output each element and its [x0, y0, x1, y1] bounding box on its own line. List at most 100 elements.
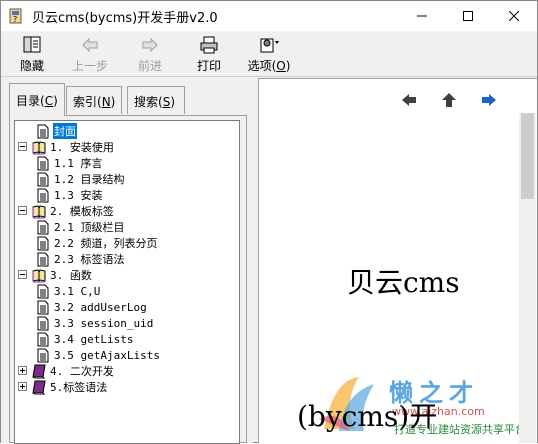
- tree-item-label: 3. 函数: [50, 269, 92, 282]
- title-bar[interactable]: ? 贝云cms(bycms)开发手册v2.0: [1, 1, 537, 31]
- maximize-icon: [463, 11, 473, 21]
- contents-panel: 封面 1. 安装使用 1.1 序言 1.2 目录结构 1.3 安装 2. 模板标签 2.1 …: [9, 115, 247, 444]
- tree-item[interactable]: 3.3 session_uid: [36, 315, 154, 331]
- tree-item[interactable]: 3. 函数: [18, 267, 93, 283]
- tree-item[interactable]: 1.2 目录结构: [36, 171, 126, 187]
- minimize-icon: [417, 15, 427, 17]
- tree-item-label: 1.1 序言: [54, 157, 103, 170]
- options-button[interactable]: 选项(O): [239, 33, 299, 75]
- expand-icon[interactable]: [18, 366, 27, 375]
- page-icon: [37, 348, 49, 362]
- options-label: 选项(O): [239, 57, 299, 74]
- tab-search[interactable]: 搜索(S): [127, 86, 185, 114]
- page-icon: [37, 284, 49, 298]
- page-icon: [37, 124, 49, 138]
- tree-item-label: 3.2 addUserLog: [54, 300, 147, 314]
- contents-tree[interactable]: 封面 1. 安装使用 1.1 序言 1.2 目录结构 1.3 安装 2. 模板标签 2.1 …: [14, 120, 240, 444]
- maximize-button[interactable]: [445, 1, 491, 31]
- tree-item[interactable]: 1.3 安装: [36, 187, 104, 203]
- tree-item-label: 1.2 目录结构: [54, 173, 125, 186]
- tab-index-label: 索引(: [73, 95, 102, 109]
- collapse-icon[interactable]: [18, 206, 27, 215]
- closed-book-icon: [32, 380, 46, 394]
- tree-item[interactable]: 4. 二次开发: [18, 363, 115, 379]
- hide-pane-icon: [23, 36, 41, 53]
- tree-item-label: 2. 模板标签: [50, 205, 114, 218]
- content-heading: 贝云cms: [347, 266, 460, 299]
- tree-item-label: 3.1 C,U: [54, 284, 101, 298]
- tab-search-suffix: ): [170, 95, 175, 109]
- page-icon: [37, 300, 49, 314]
- tab-index-suffix: ): [110, 95, 116, 109]
- help-window: ? 贝云cms(bycms)开发手册v2.0 隐藏 上一步 前进 打印 选项(O…: [0, 0, 538, 444]
- scroll-thumb[interactable]: [521, 113, 534, 199]
- collapse-icon[interactable]: [18, 142, 27, 151]
- tab-search-label: 搜索(: [134, 95, 163, 109]
- tree-item[interactable]: 1. 安装使用: [18, 139, 115, 155]
- tree-item-label: 3.5 getAjaxLists: [54, 348, 160, 362]
- tree-item[interactable]: 3.5 getAjaxLists: [36, 347, 161, 363]
- tree-item-label: 3.4 getLists: [54, 332, 134, 346]
- back-arrow-icon: [82, 37, 98, 53]
- back-label: 上一步: [71, 59, 108, 73]
- tree-item[interactable]: 2.1 顶级栏目: [36, 219, 126, 235]
- tree-item-label: 封面: [53, 123, 77, 139]
- tab-contents-label: 目录(: [16, 94, 45, 108]
- tab-contents[interactable]: 目录(C): [9, 83, 65, 116]
- page-icon: [37, 156, 49, 170]
- options-label-suffix: ): [285, 59, 291, 73]
- open-book-icon: [32, 268, 46, 282]
- page-icon: [37, 220, 49, 234]
- back-button[interactable]: 上一步: [62, 33, 118, 75]
- tree-item[interactable]: 封面: [36, 123, 77, 139]
- tree-item-label: 2.3 标签语法: [54, 253, 125, 266]
- tree-item[interactable]: 3.2 addUserLog: [36, 299, 148, 315]
- tree-item-label: 3.3 session_uid: [54, 316, 154, 330]
- vertical-scrollbar[interactable]: [519, 113, 536, 443]
- window-title: 贝云cms(bycms)开发手册v2.0: [32, 11, 218, 26]
- forward-label: 前进: [137, 59, 162, 73]
- navigation-pane: 目录(C) 索引(N) 搜索(S) 封面 1. 安装使用 1.1 序言 1.2 目录结…: [1, 78, 253, 444]
- open-book-icon: [32, 140, 46, 154]
- printer-icon: [200, 36, 218, 54]
- toolbar: 隐藏 上一步 前进 打印 选项(O): [1, 31, 537, 77]
- page-icon: [37, 236, 49, 250]
- page-icon: [37, 332, 49, 346]
- tree-item[interactable]: 2.2 频道，列表分页: [36, 235, 159, 251]
- close-icon: [509, 11, 519, 21]
- page-icon: [37, 316, 49, 330]
- forward-button[interactable]: 前进: [122, 33, 178, 75]
- page-icon: [37, 188, 49, 202]
- hide-button[interactable]: 隐藏: [4, 33, 60, 75]
- tree-item[interactable]: 3.1 C,U: [36, 283, 101, 299]
- tree-item[interactable]: 2.3 标签语法: [36, 251, 126, 267]
- tree-item[interactable]: 2. 模板标签: [18, 203, 115, 219]
- parent-topic-icon[interactable]: [441, 93, 457, 107]
- print-button[interactable]: 打印: [181, 33, 237, 75]
- next-topic-icon[interactable]: [481, 93, 497, 107]
- help-book-icon: ?: [9, 8, 22, 24]
- svg-text:?: ?: [13, 15, 17, 24]
- tree-item[interactable]: 3.4 getLists: [36, 331, 134, 347]
- tree-item[interactable]: 5.标签语法: [18, 379, 108, 395]
- options-accel: O: [276, 59, 286, 73]
- close-button[interactable]: [491, 1, 537, 31]
- expand-icon[interactable]: [18, 382, 27, 391]
- tree-item-label: 2.2 频道，列表分页: [54, 237, 158, 250]
- tree-item-label: 4. 二次开发: [50, 365, 114, 378]
- tree-item[interactable]: 1.1 序言: [36, 155, 104, 171]
- open-book-icon: [32, 204, 46, 218]
- previous-topic-icon[interactable]: [401, 93, 417, 107]
- forward-arrow-icon: [142, 37, 158, 53]
- minimize-button[interactable]: [399, 1, 445, 31]
- page-icon: [37, 252, 49, 266]
- content-heading-continued: (bycms)开: [297, 400, 438, 433]
- closed-book-icon: [32, 364, 46, 378]
- tree-item-label: 1.3 安装: [54, 189, 103, 202]
- collapse-icon[interactable]: [18, 270, 27, 279]
- options-icon: [260, 38, 279, 53]
- hide-label: 隐藏: [19, 59, 44, 73]
- tab-contents-suffix: ): [53, 94, 58, 108]
- tab-index[interactable]: 索引(N): [66, 86, 122, 114]
- print-label: 打印: [196, 59, 221, 73]
